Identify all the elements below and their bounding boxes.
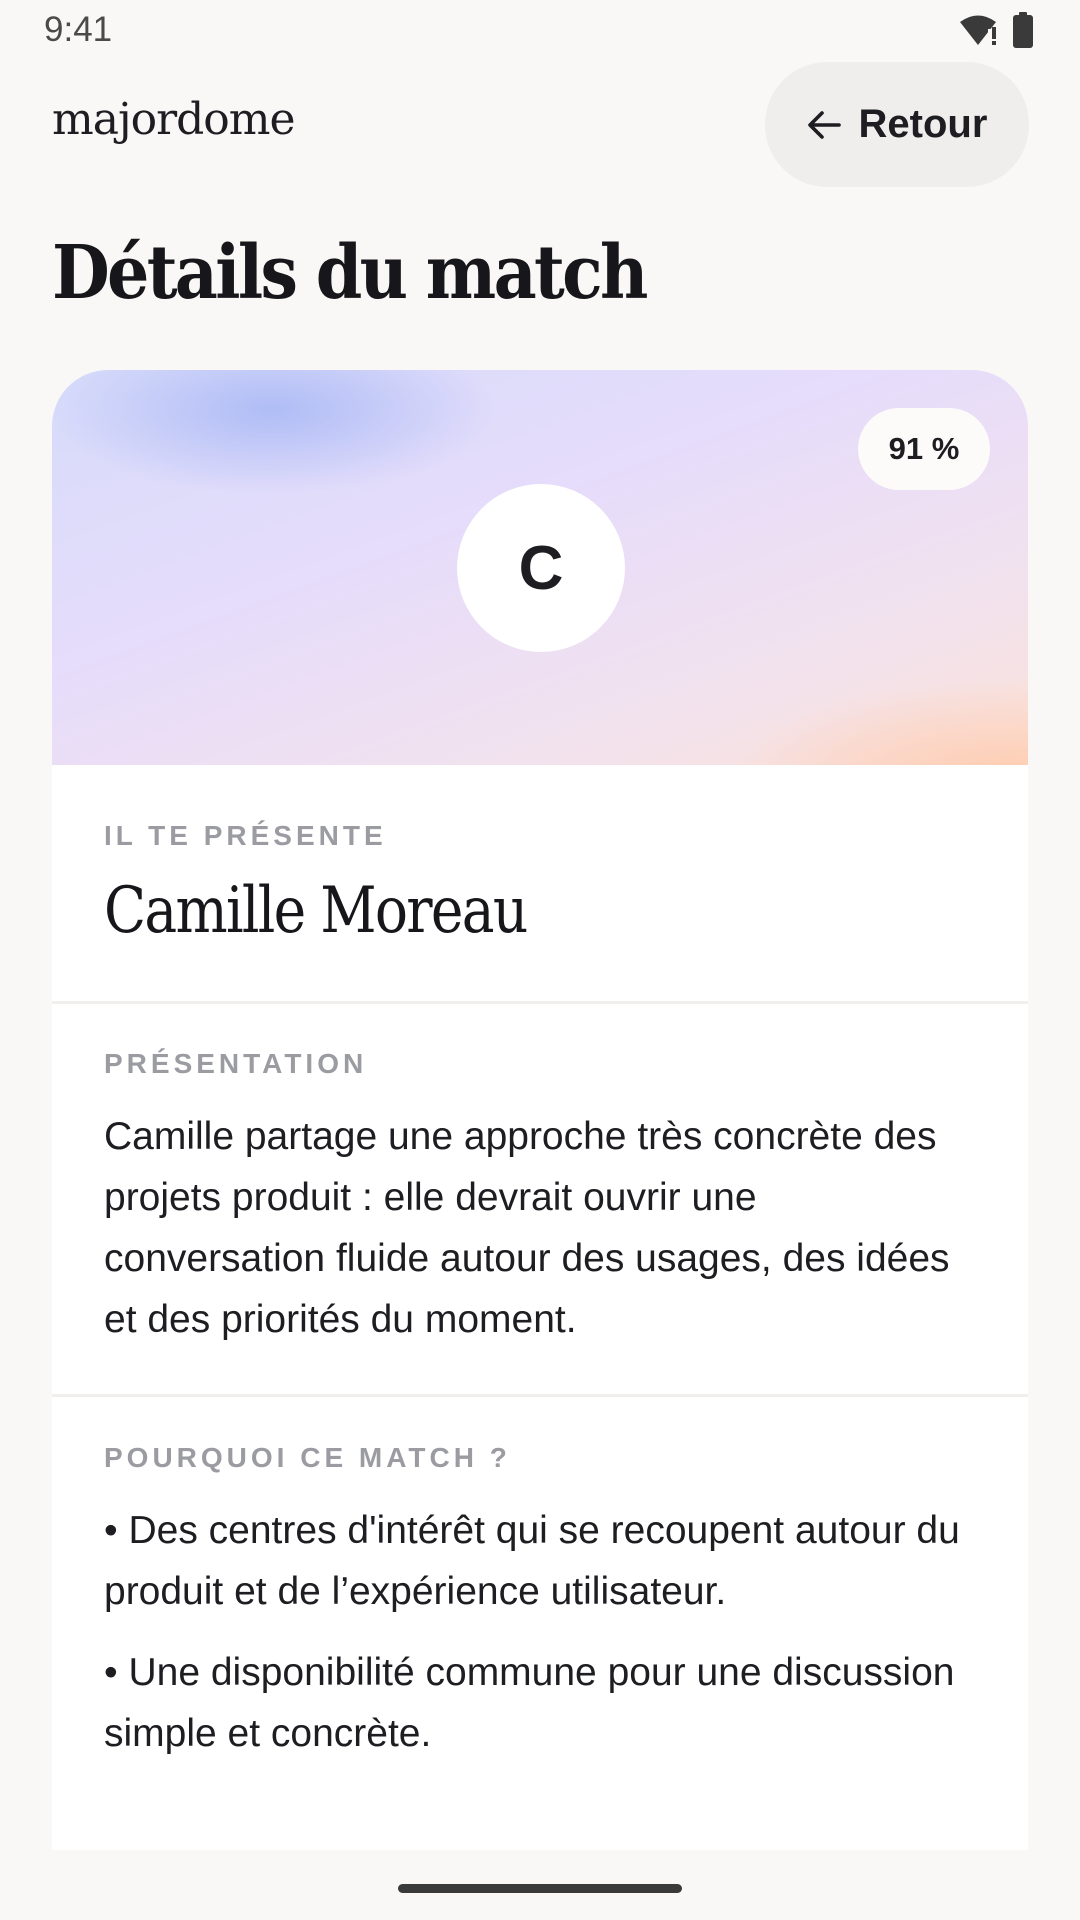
status-icons bbox=[958, 12, 1034, 48]
reasons-section: POURQUOI CE MATCH ? • Des centres d'inté… bbox=[52, 1442, 1028, 1764]
back-button-label: Retour bbox=[858, 102, 988, 146]
match-card: 91 % C IL TE PRÉSENTE Camille Moreau PRÉ… bbox=[52, 370, 1028, 1850]
presenter-label: IL TE PRÉSENTE bbox=[104, 820, 387, 851]
status-bar: 9:41 bbox=[0, 0, 1080, 64]
page-title: Détails du match bbox=[52, 230, 648, 316]
divider bbox=[52, 1394, 1028, 1397]
list-item: • Une disponibilité commune pour une dis… bbox=[104, 1651, 955, 1755]
avatar: C bbox=[457, 484, 625, 652]
reasons-list: • Des centres d'intérêt qui se recoupent… bbox=[104, 1500, 976, 1764]
presentation-label: PRÉSENTATION bbox=[104, 1048, 368, 1079]
status-time: 9:41 bbox=[44, 10, 113, 49]
wifi-alert-icon bbox=[960, 15, 996, 45]
divider bbox=[52, 1001, 1028, 1004]
app-header: majordome Retour bbox=[0, 62, 1080, 188]
presentation-section: PRÉSENTATION Camille partage une approch… bbox=[52, 1048, 1028, 1350]
arrow-left-icon bbox=[807, 110, 841, 139]
reasons-label: POURQUOI CE MATCH ? bbox=[104, 1442, 511, 1473]
match-score-badge: 91 % bbox=[858, 408, 990, 490]
battery-icon bbox=[1013, 12, 1033, 48]
person-name: Camille Moreau bbox=[104, 874, 528, 948]
back-button[interactable]: Retour bbox=[765, 62, 1029, 187]
match-hero: 91 % C bbox=[52, 370, 1028, 765]
brand-logo: majordome bbox=[52, 94, 296, 145]
list-item: • Des centres d'intérêt qui se recoupent… bbox=[104, 1509, 960, 1613]
presentation-text: Camille partage une approche très concrè… bbox=[104, 1115, 950, 1341]
presenter-section: IL TE PRÉSENTE Camille Moreau bbox=[52, 820, 1028, 948]
home-indicator[interactable] bbox=[398, 1884, 682, 1893]
